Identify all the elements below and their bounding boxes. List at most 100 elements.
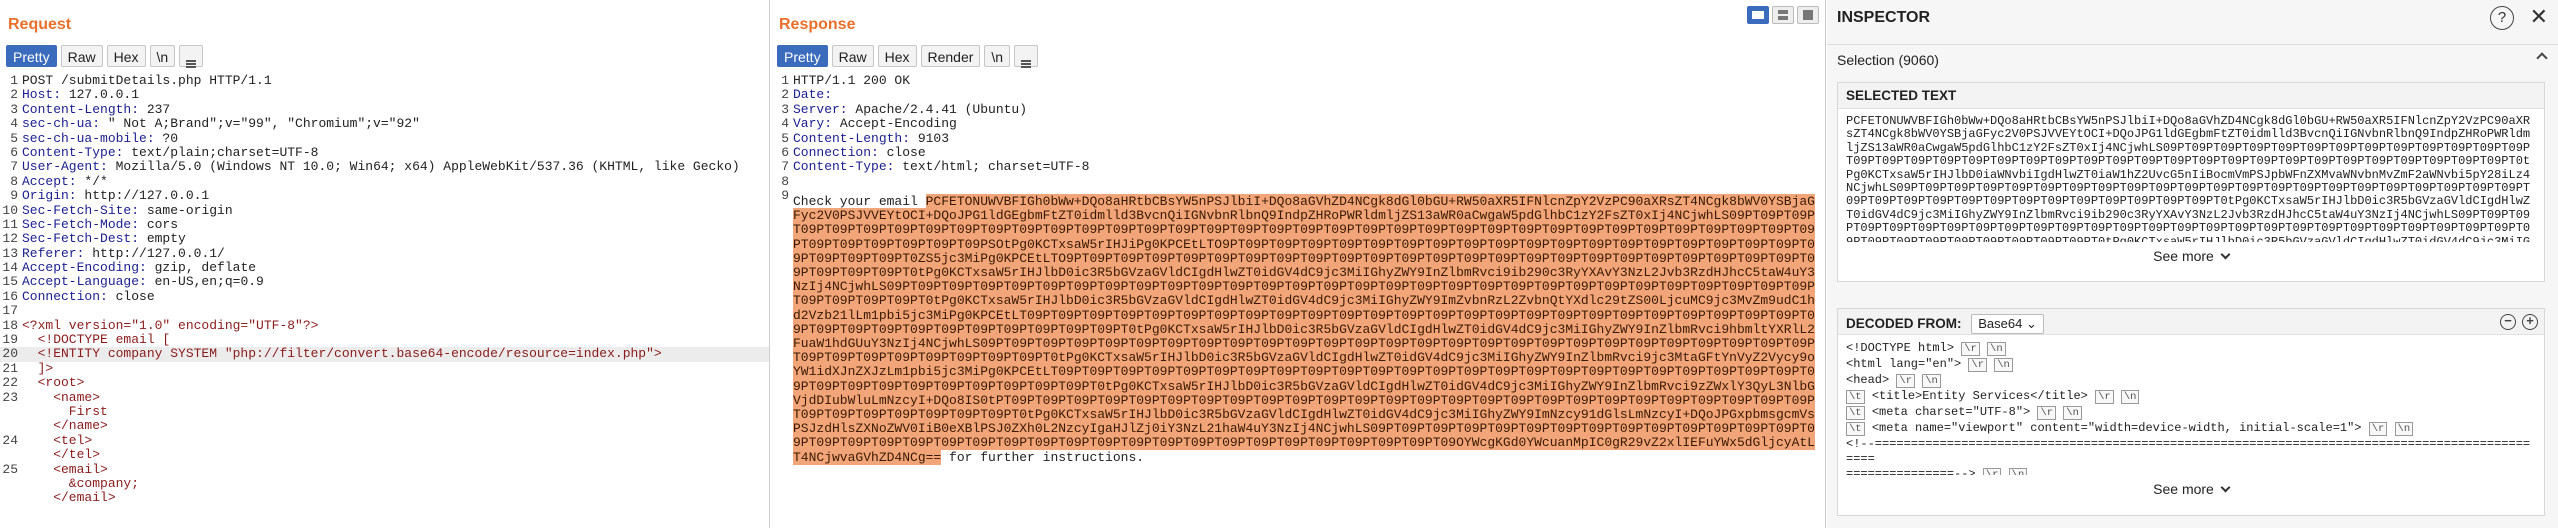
escape-char-badge: \r — [1896, 374, 1916, 388]
header-name: Origin: — [22, 189, 77, 204]
tab-newline-toggle[interactable]: \n — [149, 45, 176, 67]
decoded-card: DECODED FROM: Base64 ⌄ − + <!DOCTYPE htm… — [1837, 308, 2545, 516]
editor-line[interactable]: 1 POST /submitDetails.php HTTP/1.1 — [0, 73, 769, 88]
split-vertical-icon[interactable] — [1772, 6, 1794, 24]
editor-line[interactable]: 7 User-Agent: Mozilla/5.0 (Windows NT 10.… — [0, 159, 769, 174]
chevron-down-icon — [2220, 249, 2231, 260]
editor-line[interactable]: 1 HTTP/1.1 200 OK — [771, 73, 1825, 88]
editor-line[interactable]: 13 Referer: http://127.0.0.1/ — [0, 246, 769, 261]
tab-pretty[interactable]: Pretty — [777, 45, 828, 67]
editor-line[interactable]: 8 Accept: */* — [0, 174, 769, 189]
editor-line[interactable]: 12 Sec-Fetch-Dest: empty — [0, 231, 769, 246]
close-icon[interactable]: ✕ — [2530, 4, 2548, 30]
tab-newline-toggle[interactable]: \n — [984, 45, 1011, 67]
editor-line[interactable]: &company; — [0, 477, 769, 491]
editor-line[interactable]: 14 Accept-Encoding: gzip, deflate — [0, 260, 769, 275]
header-line: Accept-Encoding: gzip, deflate — [22, 261, 769, 275]
editor-line[interactable]: 24 <tel> — [0, 433, 769, 448]
menu-icon[interactable] — [1014, 45, 1039, 68]
editor-line[interactable]: 4 sec-ch-ua: " Not A;Brand";v="99", "Chro… — [0, 116, 769, 131]
editor-line[interactable]: 2 Date: — [771, 87, 1825, 102]
decode-format-select[interactable]: Base64 ⌄ — [1971, 314, 2044, 334]
base64-selection[interactable]: PCFETONUWVBFIGh0bWw+DQo8aHRtbCBsYW5nPSJl… — [793, 194, 1815, 465]
editor-line[interactable]: 6 Connection: close — [771, 145, 1825, 160]
tab-hex[interactable]: Hex — [106, 45, 146, 67]
editor-line[interactable]: 11 Sec-Fetch-Mode: cors — [0, 217, 769, 232]
response-body[interactable]: Check your email PCFETONUWVBFIGh0bWw+DQo… — [793, 194, 1821, 465]
editor-line[interactable]: 15 Accept-Language: en-US,en;q=0.9 — [0, 275, 769, 290]
editor-line[interactable]: 18 <?xml version="1.0" encoding="UTF-8"?> — [0, 318, 769, 333]
line-number — [0, 477, 22, 491]
help-icon[interactable]: ? — [2490, 6, 2514, 30]
escape-char-badge: \t — [1846, 406, 1865, 420]
editor-line[interactable]: 10 Sec-Fetch-Site: same-origin — [0, 203, 769, 218]
see-more-button[interactable]: See more — [1838, 475, 2544, 503]
tab-render[interactable]: Render — [920, 45, 981, 67]
single-panel-icon[interactable] — [1797, 6, 1819, 24]
editor-line[interactable]: </name> — [0, 419, 769, 433]
editor-line[interactable]: First — [0, 405, 769, 419]
split-horizontal-icon[interactable] — [1747, 6, 1769, 24]
tab-raw[interactable]: Raw — [831, 45, 874, 67]
menu-icon[interactable] — [179, 45, 204, 68]
header-name: Connection: — [793, 145, 879, 160]
editor-line[interactable]: 3 Content-Length: 237 — [0, 102, 769, 117]
selection-section-header[interactable]: Selection (9060) — [1827, 44, 2558, 74]
editor-line[interactable]: 23 <name> — [0, 390, 769, 405]
add-decoder-icon[interactable]: + — [2522, 314, 2538, 330]
line-number: 25 — [2, 461, 18, 477]
tab-hex[interactable]: Hex — [877, 45, 917, 67]
decoded-line: <head> \r \n — [1846, 373, 2536, 389]
editor-line[interactable]: 5 Content-Length: 9103 — [771, 131, 1825, 146]
line-number: 5 — [10, 130, 18, 146]
editor-line[interactable]: 3 Server: Apache/2.4.41 (Ubuntu) — [771, 102, 1825, 117]
tab-raw[interactable]: Raw — [60, 45, 103, 67]
request-panel: Request Pretty Raw Hex \n 1 POST /submitD… — [0, 0, 770, 528]
decoded-line: <html lang="en"> \r \n — [1846, 357, 2536, 373]
decoded-header: DECODED FROM: Base64 ⌄ − + — [1838, 309, 2544, 335]
editor-line[interactable]: 21 ]> — [0, 361, 769, 376]
line-number — [0, 419, 22, 433]
editor-line[interactable]: 22 <root> — [0, 375, 769, 391]
line-number: 7 — [781, 159, 789, 175]
editor-line[interactable]: 4 Vary: Accept-Encoding — [771, 116, 1825, 131]
xml-line: <email> — [22, 462, 108, 477]
editor-line[interactable]: 9 Origin: http://127.0.0.1 — [0, 188, 769, 204]
editor-line[interactable]: 19 <!DOCTYPE email [ — [0, 332, 769, 347]
editor-line[interactable]: 25 <email> — [0, 461, 769, 477]
editor-line[interactable]: 17 — [0, 303, 769, 318]
header-line: Accept: */* — [22, 175, 769, 189]
header-name: Sec-Fetch-Mode: — [22, 217, 140, 232]
line-text: HTTP/1.1 200 OK — [793, 74, 911, 88]
editor-line[interactable]: 2 Host: 127.0.0.1 — [0, 87, 769, 103]
remove-decoder-icon[interactable]: − — [2500, 314, 2516, 330]
decoded-text: ===============--> — [1846, 467, 1976, 475]
decoded-from-label: DECODED FROM: — [1846, 316, 1962, 331]
line-number: 9 — [781, 188, 789, 204]
decoded-line: \t <meta name="viewport" content="width=… — [1846, 421, 2536, 437]
editor-line[interactable]: 5 sec-ch-ua-mobile: ?0 — [0, 130, 769, 146]
editor-line[interactable]: </tel> — [0, 448, 769, 462]
header-value: 127.0.0.1 — [61, 88, 140, 103]
response-editor[interactable]: 1 HTTP/1.1 200 OK 2 Date: 3 Server: Apache/2.… — [771, 73, 1825, 204]
header-name: Server: — [793, 102, 848, 117]
chevron-up-icon[interactable] — [2536, 52, 2548, 64]
selected-text-card: SELECTED TEXT PCFETONUWVBFIGh0bWw+DQo8aH… — [1837, 82, 2545, 282]
selected-text-content[interactable]: PCFETONUWVBFIGh0bWw+DQo8aHRtbCBsYW5nPSJl… — [1838, 109, 2544, 242]
decoded-content[interactable]: <!DOCTYPE html> \r \n <html lang="en"> \r… — [1838, 335, 2544, 475]
tab-pretty[interactable]: Pretty — [6, 45, 57, 67]
escape-char-badge: \n — [1922, 374, 1941, 388]
editor-line[interactable]: </email> — [0, 491, 769, 505]
xml-line: ]> — [22, 361, 54, 376]
header-value: cors — [139, 217, 179, 232]
editor-line[interactable]: 7 Content-Type: text/html; charset=UTF-8 — [771, 159, 1825, 175]
xml-line: <root> — [22, 376, 85, 391]
header-value: http://127.0.0.1 — [76, 189, 210, 204]
editor-line[interactable]: 20 <!ENTITY company SYSTEM "php://filter… — [0, 347, 769, 362]
editor-line[interactable]: 16 Connection: close — [0, 289, 769, 304]
header-line: Sec-Fetch-Dest: empty — [22, 232, 769, 246]
see-more-button[interactable]: See more — [1838, 242, 2544, 270]
editor-line[interactable]: 6 Content-Type: text/plain;charset=UTF-8 — [0, 145, 769, 160]
editor-line[interactable]: 8 — [771, 174, 1825, 189]
request-editor[interactable]: 1 POST /submitDetails.php HTTP/1.1 2 Host: … — [0, 73, 769, 506]
